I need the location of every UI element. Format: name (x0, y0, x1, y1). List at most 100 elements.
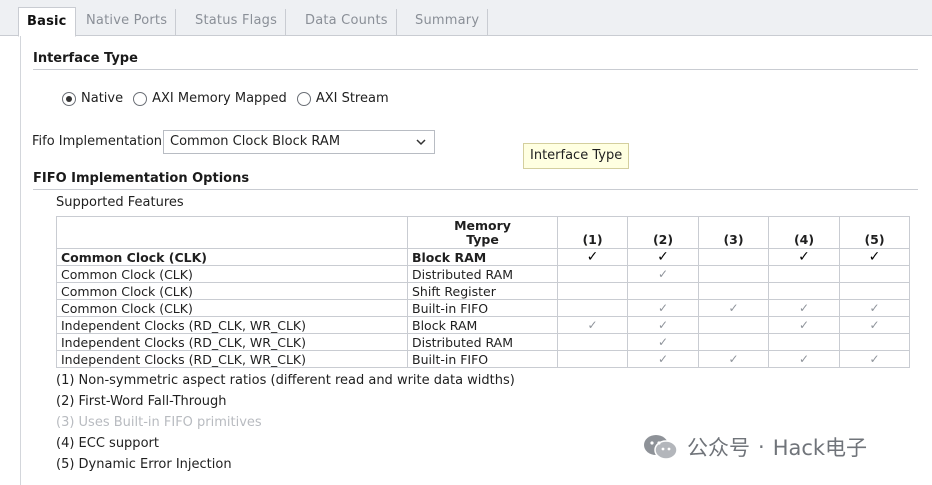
radio-label: Native (81, 91, 124, 106)
check-icon: ✓ (728, 301, 739, 315)
check-icon: ✓ (798, 301, 810, 315)
tab-basic[interactable]: Basic (18, 7, 76, 37)
check-icon: ✓ (869, 352, 880, 366)
radio-native[interactable]: Native (62, 91, 123, 106)
feature-cell (698, 248, 769, 266)
clock-cell: Independent Clocks (RD_CLK, WR_CLK) (56, 350, 408, 368)
feature-cell: ✓ (627, 299, 699, 317)
feature-cell (557, 282, 628, 300)
feature-cell (768, 265, 840, 283)
divider (33, 189, 918, 190)
feature-cell: ✓ (557, 316, 628, 334)
interface-type-radio-group: Native AXI Memory Mapped AXI Stream (62, 91, 399, 106)
feature-cell (839, 333, 910, 351)
watermark: 公众号 · Hack电子 (643, 432, 867, 462)
table-row: Common Clock (CLK) Block RAM ✓ ✓ ✓ ✓ (56, 248, 910, 266)
feature-cell: ✓ (839, 350, 910, 368)
check-icon: ✓ (869, 318, 880, 332)
clock-cell: Independent Clocks (RD_CLK, WR_CLK) (56, 316, 408, 334)
memory-type-cell: Distributed RAM (407, 265, 558, 283)
chevron-down-icon[interactable] (414, 132, 428, 152)
feature-cell: ✓ (627, 333, 699, 351)
tooltip: Interface Type (523, 143, 630, 169)
radio-unselected-icon[interactable] (133, 91, 148, 106)
tab-summary[interactable]: Summary (407, 9, 489, 36)
clock-cell: Common Clock (CLK) (56, 248, 408, 266)
radio-selected-icon[interactable] (62, 91, 76, 106)
feature-cell: ✓ (839, 299, 910, 317)
tab-data-counts[interactable]: Data Counts (297, 9, 397, 36)
fifo-implementation-label: Fifo Implementation (32, 134, 163, 149)
footnote-5: (5) Dynamic Error Injection (56, 457, 232, 472)
feature-cell: ✓ (627, 350, 699, 368)
tab-native-ports[interactable]: Native Ports (78, 9, 177, 36)
footnote-2: (2) First-Word Fall-Through (56, 394, 227, 409)
tab-status-flags[interactable]: Status Flags (187, 9, 287, 36)
select-value: Common Clock Block RAM (170, 134, 341, 149)
supported-features-label: Supported Features (56, 195, 184, 210)
fifo-options-title: FIFO Implementation Options (33, 171, 250, 186)
feature-column-header: (2) (627, 216, 699, 249)
panel-left-border (20, 36, 21, 485)
table-row: Common Clock (CLK) Shift Register (56, 282, 910, 300)
feature-cell (768, 282, 840, 300)
clock-cell: Common Clock (CLK) (56, 299, 408, 317)
table-row: Common Clock (CLK) Distributed RAM ✓ (56, 265, 910, 283)
feature-cell: ✓ (768, 299, 840, 317)
feature-cell: ✓ (768, 316, 840, 334)
memory-type-cell: Built-in FIFO (407, 350, 558, 368)
clock-cell: Common Clock (CLK) (56, 265, 408, 283)
feature-column-header: (3) (698, 216, 769, 249)
feature-cell: ✓ (627, 316, 699, 334)
check-icon: ✓ (798, 249, 810, 265)
feature-column-header: (5) (839, 216, 910, 249)
feature-cell: ✓ (768, 248, 840, 266)
check-icon: ✓ (657, 301, 669, 315)
feature-cell (627, 282, 699, 300)
watermark-separator: · (758, 435, 765, 459)
radio-label: AXI Stream (315, 91, 389, 106)
check-icon: ✓ (728, 352, 739, 366)
clock-column-header (56, 216, 408, 249)
check-icon: ✓ (868, 249, 881, 265)
feature-cell (698, 282, 769, 300)
check-icon: ✓ (657, 335, 669, 349)
radio-axi-memory-mapped[interactable]: AXI Memory Mapped (133, 91, 287, 106)
feature-cell (698, 316, 769, 334)
memory-type-cell: Built-in FIFO (407, 299, 558, 317)
watermark-brand: Hack电子 (772, 436, 868, 460)
radio-axi-stream[interactable]: AXI Stream (296, 91, 389, 106)
check-icon: ✓ (657, 318, 669, 332)
feature-cell: ✓ (698, 299, 769, 317)
memory-type-cell: Block RAM (407, 248, 558, 266)
feature-cell: ✓ (768, 350, 840, 368)
watermark-account-label: 公众号 (687, 436, 750, 460)
feature-cell (698, 265, 769, 283)
check-icon: ✓ (657, 352, 669, 366)
feature-cell: ✓ (839, 248, 910, 266)
feature-cell: ✓ (627, 248, 699, 266)
feature-cell: ✓ (557, 248, 628, 266)
feature-cell (557, 299, 628, 317)
footnote-1: (1) Non-symmetric aspect ratios (differe… (56, 373, 515, 388)
table-header-row: Memory Type (1) (2) (3) (4) (5) (56, 216, 910, 249)
table-row: Independent Clocks (RD_CLK, WR_CLK) Distr… (56, 333, 910, 351)
radio-label: AXI Memory Mapped (152, 91, 287, 106)
supported-features-table: Memory Type (1) (2) (3) (4) (5) Common C… (56, 216, 910, 368)
feature-cell: ✓ (839, 316, 910, 334)
check-icon: ✓ (587, 318, 598, 332)
tab-bar: Basic Native Ports Status Flags Data Cou… (0, 0, 932, 37)
check-icon: ✓ (798, 318, 810, 332)
feature-column-header: (1) (557, 216, 628, 249)
fifo-implementation-select[interactable]: Common Clock Block RAM (163, 130, 435, 154)
memory-type-cell: Shift Register (407, 282, 558, 300)
interface-type-title: Interface Type (33, 51, 138, 66)
clock-cell: Independent Clocks (RD_CLK, WR_CLK) (56, 333, 408, 351)
feature-cell (698, 333, 769, 351)
memory-type-cell: Block RAM (407, 316, 558, 334)
divider (33, 69, 918, 70)
radio-unselected-icon[interactable] (296, 91, 311, 106)
feature-cell (768, 333, 840, 351)
feature-cell: ✓ (698, 350, 769, 368)
check-icon: ✓ (657, 249, 669, 265)
